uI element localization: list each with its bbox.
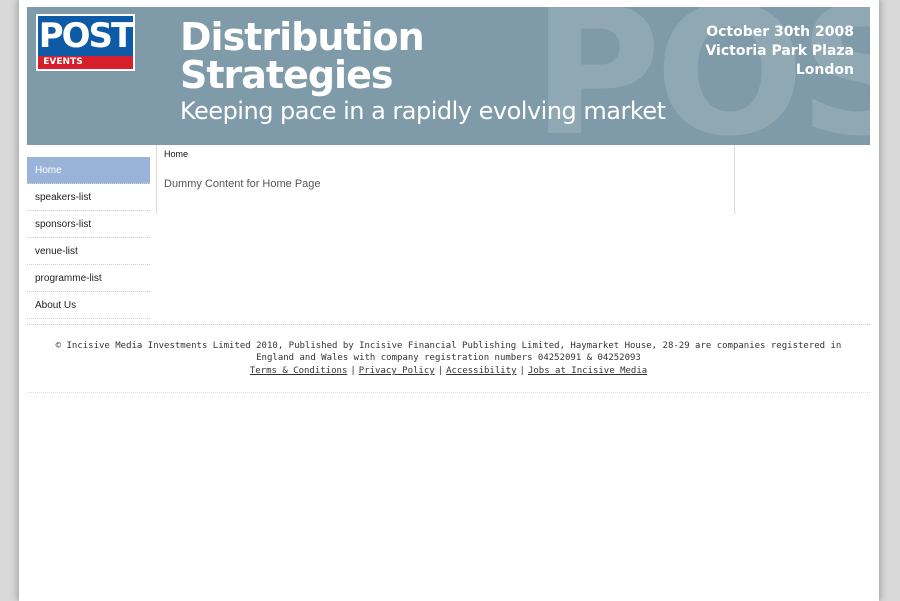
event-title-line2: Strategies: [180, 53, 393, 97]
post-events-logo[interactable]: POST EVENTS: [36, 14, 135, 71]
event-tagline: Keeping pace in a rapidly evolving marke…: [180, 97, 666, 125]
nav-item-sponsors-list[interactable]: sponsors-list: [27, 211, 150, 238]
logo-red-bar: [88, 56, 133, 69]
logo-events-text: EVENTS: [38, 56, 88, 69]
event-venue: Victoria Park Plaza: [705, 43, 854, 59]
nav-item-programme-list[interactable]: programme-list: [27, 265, 150, 292]
nav-item-venue-list[interactable]: venue-list: [27, 238, 150, 265]
sidebar-nav: Home speakers-list sponsors-list venue-l…: [27, 157, 150, 319]
bottom-divider: [27, 392, 870, 393]
header-banner: POST POST EVENTS Distribution Strategies…: [27, 7, 870, 145]
main-content: Home Dummy Content for Home Page: [156, 145, 735, 214]
breadcrumb[interactable]: Home: [164, 149, 188, 159]
nav-item-home[interactable]: Home: [27, 157, 150, 184]
event-title-line1: Distribution: [180, 15, 425, 59]
footer-divider: [27, 324, 870, 325]
logo-post-text: POST: [38, 16, 134, 56]
footer-links: Terms & Conditions | Privacy Policy | Access…: [27, 365, 870, 377]
footer-separator: |: [519, 366, 525, 376]
page-body-text: Dummy Content for Home Page: [164, 178, 321, 190]
jobs-link[interactable]: Jobs at Incisive Media: [528, 366, 647, 376]
footer: © Incisive Media Investments Limited 201…: [27, 340, 870, 377]
event-city: London: [795, 62, 854, 78]
privacy-link[interactable]: Privacy Policy: [359, 366, 435, 376]
page-container: POST POST EVENTS Distribution Strategies…: [19, 0, 879, 601]
event-info: October 30th 2008 Victoria Park Plaza Lo…: [705, 23, 854, 80]
footer-separator: |: [437, 366, 444, 376]
nav-item-about-us[interactable]: About Us: [27, 292, 150, 319]
event-date: October 30th 2008: [706, 24, 854, 40]
footer-copyright: © Incisive Media Investments Limited 201…: [55, 341, 842, 363]
footer-separator: |: [350, 366, 356, 376]
accessibility-link[interactable]: Accessibility: [446, 366, 516, 376]
terms-link[interactable]: Terms & Conditions: [250, 366, 348, 376]
nav-item-speakers-list[interactable]: speakers-list: [27, 184, 150, 211]
